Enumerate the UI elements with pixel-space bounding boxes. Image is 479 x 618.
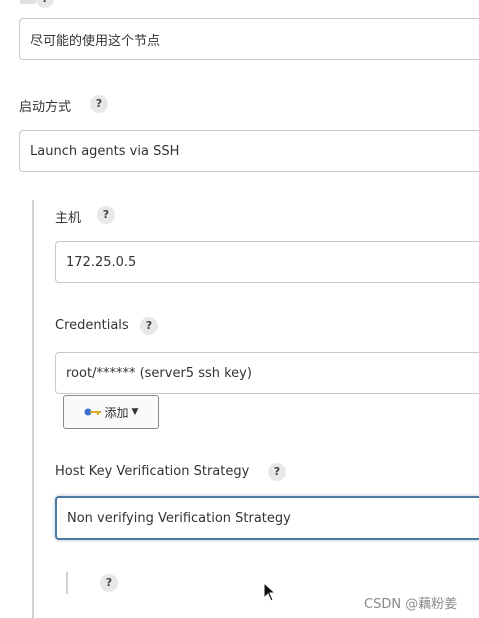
host-input[interactable]: 172.25.0.5: [55, 241, 479, 283]
add-credentials-button[interactable]: 添加 ▼: [63, 395, 159, 429]
host-key-label: Host Key Verification Strategy: [55, 464, 250, 479]
launch-method-value: Launch agents via SSH: [30, 143, 180, 159]
launch-method-select[interactable]: Launch agents via SSH: [19, 130, 479, 172]
host-key-help-icon[interactable]: ?: [268, 463, 286, 481]
usage-select[interactable]: 尽可能的使用这个节点: [19, 18, 479, 60]
host-help-icon[interactable]: ?: [97, 206, 115, 224]
key-icon: [84, 408, 101, 416]
host-label: 主机: [55, 211, 82, 226]
host-key-value: Non verifying Verification Strategy: [67, 510, 291, 526]
launch-method-label: 启动方式: [19, 100, 72, 115]
watermark: CSDN @藕粉姜: [364, 597, 458, 612]
host-key-select[interactable]: Non verifying Verification Strategy: [55, 496, 479, 540]
credentials-help-icon[interactable]: ?: [140, 317, 158, 335]
chevron-down-icon: ▼: [131, 407, 139, 417]
cut-off-label: [20, 0, 36, 4]
nested-section-divider: [32, 200, 34, 618]
host-value: 172.25.0.5: [66, 254, 137, 270]
help-icon-top[interactable]: ?: [36, 0, 54, 8]
credentials-label: Credentials: [55, 318, 129, 333]
usage-value: 尽可能的使用这个节点: [30, 33, 161, 49]
add-button-label: 添加: [104, 405, 129, 420]
credentials-select[interactable]: root/****** (server5 ssh key): [55, 352, 479, 394]
help-icon-bottom[interactable]: ?: [100, 574, 118, 592]
nested-subsection-divider: [66, 572, 68, 594]
credentials-value: root/****** (server5 ssh key): [66, 365, 252, 381]
launch-method-help-icon[interactable]: ?: [90, 95, 108, 113]
mouse-cursor-icon: [263, 582, 277, 602]
